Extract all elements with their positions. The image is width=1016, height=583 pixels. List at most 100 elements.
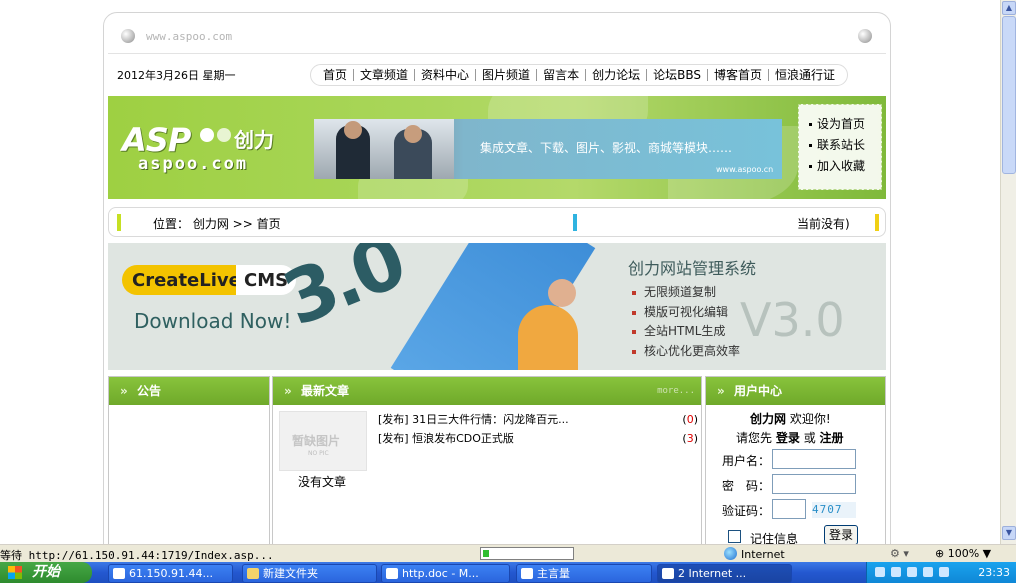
online-status-text: 当前没有) (797, 217, 850, 231)
article-comment-count: (3) (682, 430, 698, 448)
nav-item-5[interactable]: 创力论坛 (586, 65, 646, 85)
header-banner-image[interactable]: 集成文章、下载、图片、影视、商城等模块…… www.aspoo.cn (314, 119, 782, 179)
cms-feature-item: 模版可视化编辑 (632, 303, 740, 323)
progress-fill (483, 550, 489, 557)
cms-brand-badge: CreateLive CMS (122, 265, 297, 295)
article-row[interactable]: [发布] 31日三大件行情：闪龙降百元... (0) (378, 411, 698, 429)
tray-app-icon[interactable] (907, 567, 917, 577)
system-tray: 23:33 (866, 562, 1016, 583)
set-homepage-link[interactable]: 设为首页 (799, 114, 881, 135)
task-label: 主言量 (537, 567, 570, 580)
user-center-panel: » 用户中心 创力网 欢迎你! 请您先 登录 或 注册 用户名： 密 码： 验证… (705, 376, 886, 544)
folder-icon (247, 568, 259, 579)
add-favorite-link[interactable]: 加入收藏 (799, 156, 881, 177)
taskbar-item[interactable]: 新建文件夹 (242, 564, 377, 583)
nav-item-7[interactable]: 博客首页 (708, 65, 768, 85)
network-icon[interactable] (939, 567, 949, 577)
scroll-down-icon[interactable]: ▼ (1002, 526, 1016, 540)
page-load-progress (480, 547, 574, 560)
cms-feature-item: 无限频道复制 (632, 283, 740, 303)
start-button[interactable]: 开始 (0, 562, 92, 583)
zoom-icon: ⊕ (935, 547, 945, 560)
zoom-level: 100% (947, 547, 980, 560)
header-band: ASP 创力 aspoo.com 集成文章、下载、图片、影视、商城等模块…… w… (108, 96, 886, 199)
login-prompt: 请您先 登录 或 注册 (736, 429, 844, 446)
qq-icon[interactable] (891, 567, 901, 577)
user-title-text: 用户中心 (734, 384, 783, 398)
logo-sub-text: aspoo.com (138, 154, 249, 174)
site-logo[interactable]: ASP 创力 aspoo.com (114, 118, 294, 178)
protected-mode-icon[interactable]: ⚙ ▾ (890, 547, 909, 560)
paren: ) (693, 413, 698, 426)
nav-item-2[interactable]: 资料中心 (415, 65, 475, 85)
vertical-scrollbar[interactable]: ▲ ▼ (1000, 0, 1016, 544)
articles-title-text: 最新文章 (301, 384, 350, 398)
contact-admin-link[interactable]: 联系站长 (799, 135, 881, 156)
big-version-number: 3.0 (271, 243, 415, 343)
cms-download-banner[interactable]: CreateLive CMS Download Now! 3.0 创力网站管理系… (108, 243, 886, 370)
nav-item-6[interactable]: 论坛BBS (647, 65, 707, 85)
nav-item-4[interactable]: 留言本 (537, 65, 585, 85)
corner-ball-icon (858, 29, 872, 43)
remember-checkbox[interactable] (728, 530, 741, 543)
system-clock: 23:33 (978, 566, 1010, 579)
qq-icon[interactable] (875, 567, 885, 577)
word-doc-icon (386, 568, 398, 579)
welcome-text: 欢迎你! (789, 412, 831, 426)
taskbar-item[interactable]: http.doc - M... (381, 564, 510, 583)
notice-panel-title: » 公告 (109, 377, 269, 405)
cms-brand-name: CreateLive (132, 269, 241, 291)
location-label: 位置： (153, 217, 190, 231)
username-input[interactable] (772, 449, 856, 469)
cms-feature-list: 无限频道复制 模版可视化编辑 全站HTML生成 核心优化更高效率 (632, 283, 740, 361)
taskbar-item[interactable]: 61.150.91.44... (108, 564, 233, 583)
taskbar-item[interactable]: 2 Internet ... (657, 564, 792, 583)
bar-accent (875, 214, 879, 231)
nav-item-0[interactable]: 首页 (317, 65, 353, 85)
painter-boy-figure (518, 305, 578, 370)
volume-icon[interactable] (923, 567, 933, 577)
status-text: 等待 http://61.150.91.44:1719/Index.asp... (0, 549, 274, 562)
ie-icon (662, 568, 674, 579)
windows-taskbar: 开始 61.150.91.44... 新建文件夹 http.doc - M...… (0, 562, 1016, 583)
security-zone[interactable]: Internet (724, 547, 785, 561)
browser-viewport: www.aspoo.com 2012年3月26日 星期一 首页 文章频道 资料中心图… (0, 0, 1000, 544)
taskbar-item[interactable]: 主言量 (516, 564, 652, 583)
captcha-image: 4707 (812, 502, 856, 518)
scroll-thumb[interactable] (1002, 16, 1016, 174)
password-input[interactable] (772, 474, 856, 494)
more-articles-link[interactable]: more... (657, 377, 695, 405)
count-number: 0 (686, 413, 694, 426)
ie-icon (113, 568, 125, 579)
double-chevron-icon: » (120, 384, 128, 398)
globe-icon (724, 547, 737, 560)
notice-panel: » 公告 (108, 376, 270, 544)
zoom-control[interactable]: ⊕ 100% ▼ (935, 547, 991, 560)
cms-title: 创力网站管理系统 (628, 259, 757, 278)
browser-status-bar: 等待 http://61.150.91.44:1719/Index.asp...… (0, 544, 1016, 562)
quick-links: 设为首页 联系站长 加入收藏 (798, 104, 882, 190)
bar-accent (573, 214, 577, 231)
top-nav: 首页 文章频道 资料中心 图片频道 留言本 创力论坛 论坛BBS 博客首页 恒浪通行证 (310, 64, 848, 86)
article-row[interactable]: [发布] 恒浪发布CDO正式版 (3) (378, 430, 698, 448)
articles-panel-title: » 最新文章 more... (273, 377, 701, 405)
article-link[interactable]: [发布] 恒浪发布CDO正式版 (378, 432, 514, 445)
nav-item-3[interactable]: 图片频道 (476, 65, 536, 85)
scroll-up-icon[interactable]: ▲ (1002, 1, 1016, 15)
double-chevron-icon: » (284, 384, 292, 398)
login-button[interactable]: 登录 (824, 525, 858, 544)
banner-slogan: 集成文章、下载、图片、影视、商城等模块…… (480, 141, 733, 155)
double-chevron-icon: » (717, 384, 725, 398)
article-link[interactable]: [发布] 31日三大件行情：闪龙降百元... (378, 413, 569, 426)
current-date: 2012年3月26日 星期一 (117, 69, 236, 82)
breadcrumb[interactable]: 创力网 >> 首页 (193, 217, 281, 231)
register-link[interactable]: 注册 (820, 431, 844, 445)
nav-item-1[interactable]: 文章频道 (354, 65, 414, 85)
count-number: 3 (686, 432, 694, 445)
no-article-text: 没有文章 (298, 475, 347, 489)
nav-item-8[interactable]: 恒浪通行证 (769, 65, 841, 85)
captcha-input[interactable] (772, 499, 806, 519)
login-link[interactable]: 登录 (776, 431, 800, 445)
task-label: 新建文件夹 (263, 567, 318, 580)
cms-version-watermark: V3.0 (740, 293, 845, 347)
